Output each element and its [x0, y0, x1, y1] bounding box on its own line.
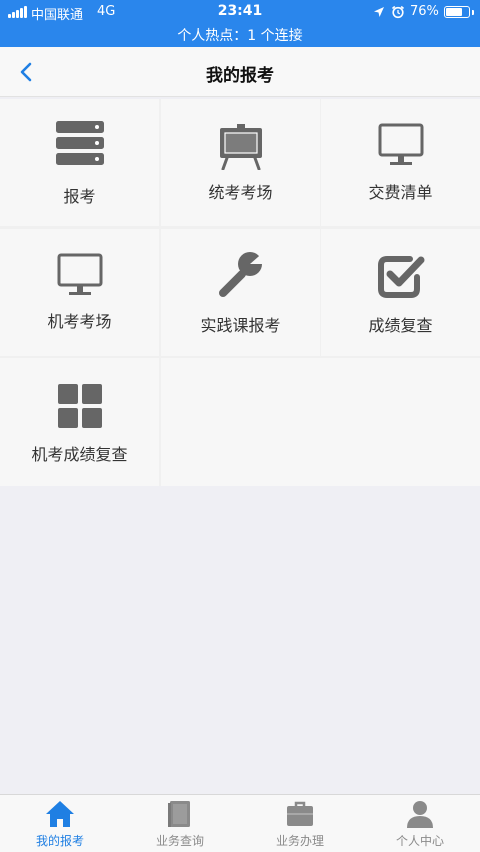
page-title: 我的报考	[206, 66, 274, 86]
menu-item-label: 报考	[63, 187, 96, 206]
tab-label: 我的报考	[35, 834, 84, 848]
menu-item-label: 成绩复查	[368, 316, 433, 335]
menu-item-baokao[interactable]: 报考	[0, 99, 159, 226]
alarm-icon	[391, 5, 405, 19]
menu-item-label: 统考考场	[208, 183, 273, 202]
wrench-icon	[218, 250, 266, 297]
checkbox-icon	[377, 256, 424, 298]
server-stack-icon	[55, 121, 104, 165]
nav-bar: 我的报考	[0, 47, 480, 97]
menu-item-jikao-chengji-fucha[interactable]: 机考成绩复查	[0, 358, 159, 486]
hotspot-banner[interactable]: 个人热点：1 个连接	[0, 25, 480, 45]
menu-item-shijianke-baokao[interactable]: 实践课报考	[161, 229, 320, 356]
monitor-icon	[57, 253, 102, 295]
briefcase-icon	[287, 801, 313, 826]
monitor-icon	[378, 123, 423, 165]
menu-item-label: 机考考场	[47, 312, 112, 331]
tab-label: 业务办理	[275, 834, 324, 848]
tab-yewu-banli[interactable]: 业务办理	[240, 795, 360, 852]
location-icon	[374, 7, 384, 17]
menu-item-label: 机考成绩复查	[31, 445, 128, 464]
grid-icon	[57, 384, 102, 428]
menu-item-label: 交费清单	[368, 183, 433, 202]
menu-item-tongkao-kaochang[interactable]: 统考考场	[161, 99, 320, 226]
clock: 23:41	[217, 3, 263, 19]
home-icon	[46, 801, 74, 827]
menu-item-jiaofei-qingdan[interactable]: 交费清单	[321, 99, 480, 226]
status-row: 中国联通 4G 23:41 76%	[0, 0, 480, 24]
tab-wode-baokao[interactable]: 我的报考	[0, 795, 120, 852]
tab-geren-zhongxin[interactable]: 个人中心	[360, 795, 480, 852]
menu-grid: 报考 统考考场 交费清单 机考考场 实践课报考 成绩复查 机考成绩复查	[0, 99, 480, 486]
book-icon	[168, 801, 190, 827]
tab-bar: 我的报考 业务查询 业务办理 个人中心	[0, 794, 480, 852]
menu-item-chengji-fucha[interactable]: 成绩复查	[321, 229, 480, 356]
menu-item-label: 实践课报考	[200, 316, 281, 335]
person-icon	[407, 801, 433, 828]
easel-board-icon	[219, 124, 262, 170]
tab-label: 业务查询	[155, 834, 204, 848]
status-bar: 中国联通 4G 23:41 76% 个人热点：1 个连接	[0, 0, 480, 47]
tab-label: 个人中心	[395, 834, 444, 848]
tab-yewu-chaxun[interactable]: 业务查询	[120, 795, 240, 852]
menu-item-jikao-kaochang[interactable]: 机考考场	[0, 229, 159, 356]
grid-empty-area	[161, 358, 480, 486]
battery-icon	[444, 6, 474, 18]
battery-percent: 76%	[410, 4, 439, 19]
